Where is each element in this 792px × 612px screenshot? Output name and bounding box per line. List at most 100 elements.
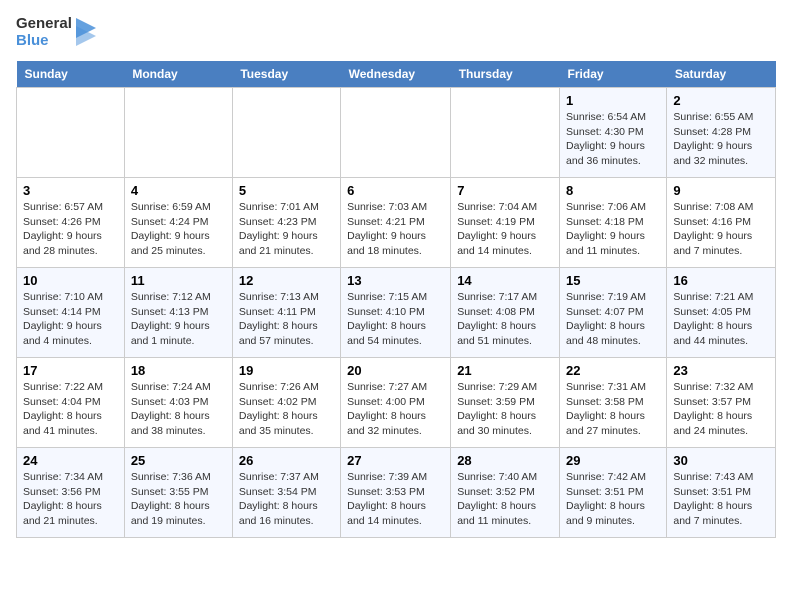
day-cell: 7 Sunrise: 7:04 AM Sunset: 4:19 PM Daylig… xyxy=(451,178,560,268)
day-number: 16 xyxy=(673,273,769,288)
day-cell: 30 Sunrise: 7:43 AM Sunset: 3:51 PM Dayli… xyxy=(667,448,776,538)
day-number: 7 xyxy=(457,183,553,198)
day-cell: 18 Sunrise: 7:24 AM Sunset: 4:03 PM Dayli… xyxy=(124,358,232,448)
day-number: 2 xyxy=(673,93,769,108)
day-number: 3 xyxy=(23,183,118,198)
day-cell: 6 Sunrise: 7:03 AM Sunset: 4:21 PM Daylig… xyxy=(341,178,451,268)
day-cell: 17 Sunrise: 7:22 AM Sunset: 4:04 PM Dayli… xyxy=(17,358,125,448)
day-number: 5 xyxy=(239,183,334,198)
day-number: 4 xyxy=(131,183,226,198)
day-cell: 26 Sunrise: 7:37 AM Sunset: 3:54 PM Dayli… xyxy=(232,448,340,538)
day-number: 17 xyxy=(23,363,118,378)
week-row-2: 3 Sunrise: 6:57 AM Sunset: 4:26 PM Daylig… xyxy=(17,178,776,268)
day-number: 30 xyxy=(673,453,769,468)
day-cell: 1 Sunrise: 6:54 AM Sunset: 4:30 PM Daylig… xyxy=(560,88,667,178)
day-info: Sunrise: 7:03 AM Sunset: 4:21 PM Dayligh… xyxy=(347,200,444,259)
day-cell xyxy=(232,88,340,178)
day-number: 21 xyxy=(457,363,553,378)
day-cell: 4 Sunrise: 6:59 AM Sunset: 4:24 PM Daylig… xyxy=(124,178,232,268)
day-info: Sunrise: 7:42 AM Sunset: 3:51 PM Dayligh… xyxy=(566,470,660,529)
day-number: 11 xyxy=(131,273,226,288)
day-number: 19 xyxy=(239,363,334,378)
day-info: Sunrise: 7:06 AM Sunset: 4:18 PM Dayligh… xyxy=(566,200,660,259)
day-info: Sunrise: 7:12 AM Sunset: 4:13 PM Dayligh… xyxy=(131,290,226,349)
day-cell: 15 Sunrise: 7:19 AM Sunset: 4:07 PM Dayli… xyxy=(560,268,667,358)
day-number: 23 xyxy=(673,363,769,378)
day-info: Sunrise: 7:15 AM Sunset: 4:10 PM Dayligh… xyxy=(347,290,444,349)
day-cell xyxy=(17,88,125,178)
weekday-header-monday: Monday xyxy=(124,61,232,88)
day-number: 12 xyxy=(239,273,334,288)
day-info: Sunrise: 7:24 AM Sunset: 4:03 PM Dayligh… xyxy=(131,380,226,439)
day-cell: 21 Sunrise: 7:29 AM Sunset: 3:59 PM Dayli… xyxy=(451,358,560,448)
day-info: Sunrise: 7:29 AM Sunset: 3:59 PM Dayligh… xyxy=(457,380,553,439)
day-info: Sunrise: 7:17 AM Sunset: 4:08 PM Dayligh… xyxy=(457,290,553,349)
day-cell: 14Sunrise: 7:17 AM Sunset: 4:08 PM Dayli… xyxy=(451,268,560,358)
day-info: Sunrise: 7:04 AM Sunset: 4:19 PM Dayligh… xyxy=(457,200,553,259)
weekday-header-tuesday: Tuesday xyxy=(232,61,340,88)
day-info: Sunrise: 6:59 AM Sunset: 4:24 PM Dayligh… xyxy=(131,200,226,259)
day-number: 18 xyxy=(131,363,226,378)
day-cell: 20 Sunrise: 7:27 AM Sunset: 4:00 PM Dayli… xyxy=(341,358,451,448)
day-number: 24 xyxy=(23,453,118,468)
day-number: 6 xyxy=(347,183,444,198)
day-number: 13 xyxy=(347,273,444,288)
day-number: 15 xyxy=(566,273,660,288)
day-cell: 29 Sunrise: 7:42 AM Sunset: 3:51 PM Dayli… xyxy=(560,448,667,538)
day-cell: 11 Sunrise: 7:12 AM Sunset: 4:13 PM Dayli… xyxy=(124,268,232,358)
day-info: Sunrise: 6:57 AM Sunset: 4:26 PM Dayligh… xyxy=(23,200,118,259)
weekday-header-sunday: Sunday xyxy=(17,61,125,88)
day-cell: 24 Sunrise: 7:34 AM Sunset: 3:56 PM Dayli… xyxy=(17,448,125,538)
day-cell: 2 Sunrise: 6:55 AM Sunset: 4:28 PM Daylig… xyxy=(667,88,776,178)
day-cell: 13 Sunrise: 7:15 AM Sunset: 4:10 PM Dayli… xyxy=(341,268,451,358)
week-row-1: 1 Sunrise: 6:54 AM Sunset: 4:30 PM Daylig… xyxy=(17,88,776,178)
weekday-header-wednesday: Wednesday xyxy=(341,61,451,88)
day-cell: 16Sunrise: 7:21 AM Sunset: 4:05 PM Dayli… xyxy=(667,268,776,358)
day-info: Sunrise: 7:27 AM Sunset: 4:00 PM Dayligh… xyxy=(347,380,444,439)
day-cell: 25 Sunrise: 7:36 AM Sunset: 3:55 PM Dayli… xyxy=(124,448,232,538)
day-info: Sunrise: 7:40 AM Sunset: 3:52 PM Dayligh… xyxy=(457,470,553,529)
day-cell: 3 Sunrise: 6:57 AM Sunset: 4:26 PM Daylig… xyxy=(17,178,125,268)
day-info: Sunrise: 7:34 AM Sunset: 3:56 PM Dayligh… xyxy=(23,470,118,529)
day-info: Sunrise: 7:10 AM Sunset: 4:14 PM Dayligh… xyxy=(23,290,118,349)
day-cell xyxy=(341,88,451,178)
week-row-3: 10 Sunrise: 7:10 AM Sunset: 4:14 PM Dayli… xyxy=(17,268,776,358)
weekday-header-row: SundayMondayTuesdayWednesdayThursdayFrid… xyxy=(17,61,776,88)
day-number: 22 xyxy=(566,363,660,378)
day-info: Sunrise: 6:54 AM Sunset: 4:30 PM Dayligh… xyxy=(566,110,660,169)
day-info: Sunrise: 7:01 AM Sunset: 4:23 PM Dayligh… xyxy=(239,200,334,259)
day-number: 29 xyxy=(566,453,660,468)
day-number: 10 xyxy=(23,273,118,288)
day-info: Sunrise: 7:37 AM Sunset: 3:54 PM Dayligh… xyxy=(239,470,334,529)
day-cell: 22 Sunrise: 7:31 AM Sunset: 3:58 PM Dayli… xyxy=(560,358,667,448)
day-cell: 19Sunrise: 7:26 AM Sunset: 4:02 PM Dayli… xyxy=(232,358,340,448)
day-info: Sunrise: 7:43 AM Sunset: 3:51 PM Dayligh… xyxy=(673,470,769,529)
day-info: Sunrise: 7:08 AM Sunset: 4:16 PM Dayligh… xyxy=(673,200,769,259)
day-cell: 8 Sunrise: 7:06 AM Sunset: 4:18 PM Daylig… xyxy=(560,178,667,268)
day-info: Sunrise: 7:32 AM Sunset: 3:57 PM Dayligh… xyxy=(673,380,769,439)
day-number: 8 xyxy=(566,183,660,198)
day-cell: 23 Sunrise: 7:32 AM Sunset: 3:57 PM Dayli… xyxy=(667,358,776,448)
day-number: 26 xyxy=(239,453,334,468)
header: GeneralBlue xyxy=(16,16,776,49)
day-cell xyxy=(451,88,560,178)
week-row-4: 17 Sunrise: 7:22 AM Sunset: 4:04 PM Dayli… xyxy=(17,358,776,448)
day-cell: 9Sunrise: 7:08 AM Sunset: 4:16 PM Daylig… xyxy=(667,178,776,268)
day-cell: 12Sunrise: 7:13 AM Sunset: 4:11 PM Dayli… xyxy=(232,268,340,358)
day-number: 1 xyxy=(566,93,660,108)
day-cell: 5 Sunrise: 7:01 AM Sunset: 4:23 PM Daylig… xyxy=(232,178,340,268)
day-info: Sunrise: 7:31 AM Sunset: 3:58 PM Dayligh… xyxy=(566,380,660,439)
day-info: Sunrise: 6:55 AM Sunset: 4:28 PM Dayligh… xyxy=(673,110,769,169)
weekday-header-friday: Friday xyxy=(560,61,667,88)
weekday-header-thursday: Thursday xyxy=(451,61,560,88)
day-info: Sunrise: 7:22 AM Sunset: 4:04 PM Dayligh… xyxy=(23,380,118,439)
day-number: 28 xyxy=(457,453,553,468)
day-cell xyxy=(124,88,232,178)
day-number: 20 xyxy=(347,363,444,378)
day-cell: 28 Sunrise: 7:40 AM Sunset: 3:52 PM Dayli… xyxy=(451,448,560,538)
calendar-table: SundayMondayTuesdayWednesdayThursdayFrid… xyxy=(16,61,776,538)
day-cell: 10 Sunrise: 7:10 AM Sunset: 4:14 PM Dayli… xyxy=(17,268,125,358)
day-info: Sunrise: 7:36 AM Sunset: 3:55 PM Dayligh… xyxy=(131,470,226,529)
day-number: 25 xyxy=(131,453,226,468)
day-info: Sunrise: 7:19 AM Sunset: 4:07 PM Dayligh… xyxy=(566,290,660,349)
